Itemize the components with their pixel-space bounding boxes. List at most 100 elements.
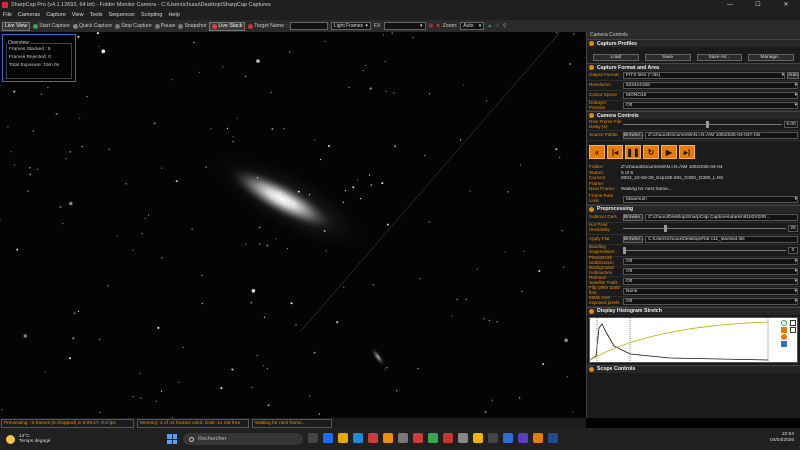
slider-thumb[interactable]: [623, 246, 626, 254]
menu-sequencer[interactable]: Sequencer: [108, 12, 135, 18]
menu-capture[interactable]: Capture: [46, 12, 66, 18]
fx-select[interactable]: ▾: [383, 22, 426, 30]
new-frame-delay-value[interactable]: 5.00: [784, 121, 798, 128]
app-icon-6[interactable]: [503, 433, 513, 443]
frame-type-select[interactable]: Light Frames ▾: [330, 22, 371, 30]
collapse-icon[interactable]: [589, 308, 594, 314]
rewind-button[interactable]: «: [589, 145, 605, 159]
resolution-select[interactable]: 6224x4168 ▾: [623, 82, 798, 89]
menu-file[interactable]: File: [3, 12, 12, 18]
firefox-icon[interactable]: [383, 433, 393, 443]
mask-select[interactable]: Off ▾: [623, 297, 798, 305]
color-icon[interactable]: ■: [436, 23, 439, 29]
collapse-icon[interactable]: [589, 113, 594, 118]
debayer-select[interactable]: Off ▾: [623, 102, 798, 109]
frame-rate-select[interactable]: Maximum ▾: [623, 195, 798, 203]
browse-dark-button[interactable]: Browse...: [623, 213, 644, 221]
histogram-header[interactable]: Display Histogram Stretch: [587, 306, 800, 315]
menu-tools[interactable]: Tools: [90, 12, 103, 18]
snapshot-button[interactable]: Snapshot: [178, 23, 206, 29]
live-view-button[interactable]: Live View: [2, 21, 31, 31]
menu-help[interactable]: Help: [168, 12, 179, 18]
minimize-button[interactable]: —: [716, 0, 744, 10]
windows-start-icon[interactable]: [167, 434, 177, 444]
browse-flat-button[interactable]: Browse...: [623, 235, 644, 243]
auto-stretch-icon[interactable]: [781, 319, 787, 326]
contrast-icon[interactable]: [790, 319, 796, 326]
capture-format-header[interactable]: Capture Format and Area: [587, 63, 800, 71]
image-viewport[interactable]: Frames Stacked : 5 Frames Rejected: 0 To…: [0, 32, 586, 418]
save-button[interactable]: Save: [644, 54, 691, 61]
app-icon-1[interactable]: [368, 433, 378, 443]
capture-profiles-header[interactable]: Capture Profiles: [587, 39, 800, 47]
app-icon-5[interactable]: [488, 433, 498, 443]
apply-flat-field[interactable]: C:\Users\chuuu\Desktop\Flat c11_stacked.…: [645, 235, 798, 243]
app-icon-3[interactable]: [413, 433, 423, 443]
subtract-dark-field[interactable]: Z:\chuuu\Desktop\SharpCap Captures\darks…: [645, 213, 798, 221]
app-icon-7[interactable]: [518, 433, 528, 443]
measure-icon[interactable]: ⚲: [503, 23, 507, 29]
output-format-select[interactable]: FITS files (*.fits) ▾: [623, 72, 785, 79]
browse-source-button[interactable]: Browse...: [623, 132, 644, 139]
slider-thumb[interactable]: [705, 121, 709, 128]
menu-cameras[interactable]: Cameras: [18, 12, 40, 18]
grid-icon[interactable]: ▦: [429, 23, 434, 29]
camera-controls-header[interactable]: Camera Controls: [587, 111, 800, 119]
pause-playback-button[interactable]: ❚❚: [625, 145, 641, 159]
photoshop-icon[interactable]: [323, 433, 333, 443]
zoom-icon[interactable]: [790, 326, 796, 333]
taskbar-search[interactable]: Rechercher: [183, 433, 303, 445]
maximize-button[interactable]: ☐: [744, 0, 772, 10]
app-icon-4[interactable]: [428, 433, 438, 443]
app-icon-2[interactable]: [398, 433, 408, 443]
repeat-button[interactable]: ↻: [643, 145, 659, 159]
save-as-button[interactable]: Save As...: [696, 54, 743, 61]
histogram-display[interactable]: [589, 316, 798, 363]
menu-scripting[interactable]: Scripting: [141, 12, 162, 18]
chrome-icon[interactable]: [473, 433, 483, 443]
new-frame-delay-slider[interactable]: [623, 121, 782, 128]
pause-button[interactable]: Pause: [154, 23, 175, 29]
banding-slider[interactable]: [623, 246, 786, 254]
planet-select[interactable]: Off ▾: [623, 257, 798, 265]
weather-widget[interactable]: 14°C Temps dégagé: [6, 434, 50, 445]
settings-icon[interactable]: [781, 333, 787, 340]
reticle-icon[interactable]: ✛: [495, 23, 499, 29]
save-icon[interactable]: [781, 340, 787, 347]
live-stack-button[interactable]: Live Stack: [209, 21, 246, 31]
background-select[interactable]: Off ▾: [623, 267, 798, 275]
sharpcap-taskbar-icon[interactable]: [443, 433, 453, 443]
flip-select[interactable]: None ▾: [623, 287, 798, 295]
menu-view[interactable]: View: [72, 12, 84, 18]
colour-space-select[interactable]: MONO16 ▾: [623, 92, 798, 99]
manage-button[interactable]: Manage...: [748, 54, 794, 61]
load-button[interactable]: Load: [593, 54, 639, 61]
collapse-icon[interactable]: [589, 41, 594, 46]
quick-capture-button[interactable]: Quick Capture: [72, 23, 112, 29]
settings-gear-icon[interactable]: [458, 433, 468, 443]
app-icon-8[interactable]: [533, 433, 543, 443]
last-frame-button[interactable]: ▸|: [679, 145, 695, 159]
collapse-icon[interactable]: [589, 366, 594, 372]
auto-button[interactable]: Auto: [787, 72, 799, 79]
hot-pixel-slider[interactable]: [623, 224, 786, 232]
hot-pixel-value[interactable]: 25: [788, 224, 798, 232]
system-clock[interactable]: 22:53 04/04/2026: [770, 432, 794, 444]
target-name-input[interactable]: [289, 22, 328, 30]
scope-controls-header[interactable]: Scope Controls: [587, 364, 800, 373]
first-frame-button[interactable]: |◂: [607, 145, 623, 159]
banding-value[interactable]: 0: [788, 246, 798, 254]
stop-capture-button[interactable]: Stop Capture: [115, 23, 152, 29]
reset-icon[interactable]: [781, 326, 787, 333]
zoom-select[interactable]: Auto ▾: [460, 22, 485, 30]
histogram-tool-icon[interactable]: ▲: [487, 23, 492, 29]
task-view-icon[interactable]: [308, 433, 318, 443]
app-icon-9[interactable]: [548, 433, 558, 443]
collapse-icon[interactable]: [589, 206, 594, 212]
file-explorer-icon[interactable]: [338, 433, 348, 443]
slider-thumb[interactable]: [663, 224, 667, 232]
collapse-icon[interactable]: [589, 65, 594, 70]
close-button[interactable]: ✕: [772, 0, 800, 10]
play-button[interactable]: ▶: [661, 145, 677, 159]
edge-icon[interactable]: [353, 433, 363, 443]
